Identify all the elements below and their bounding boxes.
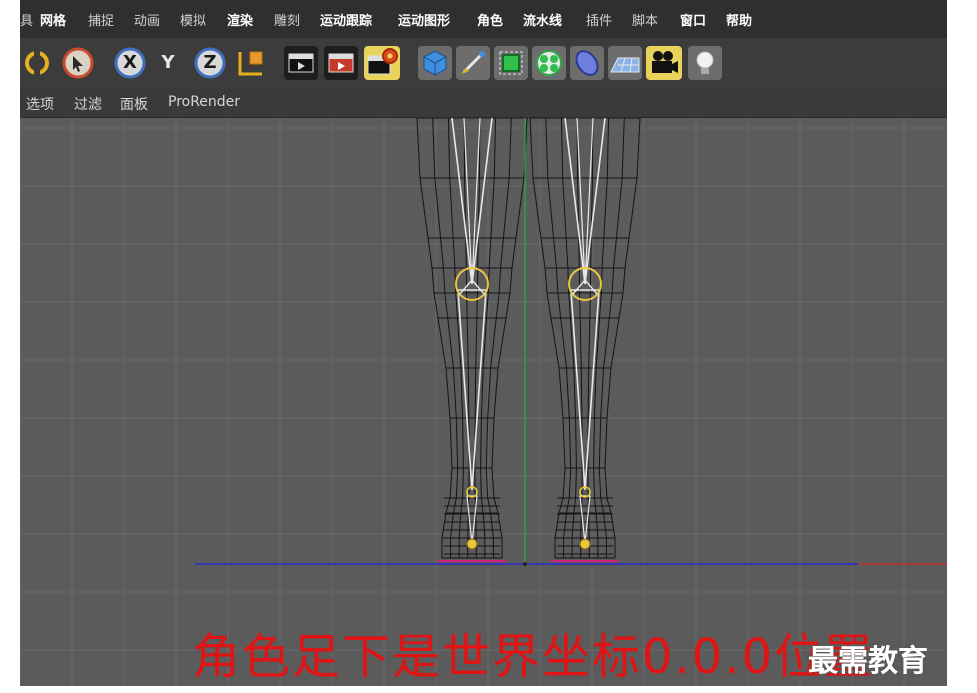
annotation-caption: 角色足下是世界坐标0.0.0位置 bbox=[192, 629, 875, 685]
axis-y-lock-button[interactable]: Y bbox=[154, 46, 182, 80]
deformer-icon bbox=[575, 50, 599, 76]
menu-plugins[interactable]: 插件 bbox=[586, 10, 612, 29]
coordinate-system-icon bbox=[238, 51, 263, 76]
render-settings-icon bbox=[367, 48, 398, 75]
axis-y-label: Y bbox=[161, 52, 175, 73]
viewport-menu-filter[interactable]: 过滤 bbox=[74, 94, 102, 114]
cube-object-button[interactable] bbox=[418, 46, 452, 80]
viewport-menu-prorender[interactable]: ProRender bbox=[168, 94, 240, 110]
render-settings-button[interactable] bbox=[364, 46, 400, 80]
menu-help[interactable]: 帮助 bbox=[726, 10, 752, 29]
camera-icon bbox=[652, 51, 678, 73]
cloner-button[interactable] bbox=[532, 46, 566, 80]
floor-icon bbox=[610, 57, 640, 73]
world-origin-point bbox=[523, 562, 527, 566]
menu-simulate[interactable]: 模拟 bbox=[180, 10, 206, 29]
menu-pipeline[interactable]: 流水线 bbox=[523, 10, 562, 29]
pen-tool-button[interactable] bbox=[456, 46, 490, 80]
camera-button[interactable] bbox=[646, 46, 682, 80]
menu-character[interactable]: 角色 bbox=[477, 10, 503, 29]
axis-x-label: X bbox=[123, 52, 137, 73]
watermark-logo: 最需教育 bbox=[808, 644, 928, 679]
select-icon bbox=[62, 47, 94, 79]
cinema4d-window: 具 网格 捕捉 动画 模拟 渲染 雕刻 运动跟踪 运动图形 角色 流水线 插件 … bbox=[20, 0, 947, 686]
axis-z-lock-button[interactable]: Z bbox=[192, 46, 228, 80]
menu-render[interactable]: 渲染 bbox=[227, 10, 253, 29]
menu-snap[interactable]: 捕捉 bbox=[88, 10, 114, 29]
coordinate-system-button[interactable] bbox=[232, 46, 270, 80]
viewport-grid bbox=[20, 118, 947, 686]
viewport-menu-bar: 选项 过滤 面板 ProRender bbox=[20, 89, 947, 118]
menu-sculpt[interactable]: 雕刻 bbox=[274, 10, 300, 29]
character-legs-wireframe bbox=[416, 117, 641, 562]
pen-icon bbox=[461, 51, 485, 74]
viewport-scene bbox=[20, 117, 947, 686]
floor-button[interactable] bbox=[608, 46, 642, 80]
menu-window[interactable]: 窗口 bbox=[680, 10, 706, 29]
3d-viewport[interactable] bbox=[20, 117, 947, 686]
render-view-icon bbox=[288, 53, 314, 73]
subdivision-surface-button[interactable] bbox=[494, 46, 528, 80]
subdivision-icon bbox=[499, 51, 523, 75]
menu-script[interactable]: 脚本 bbox=[632, 10, 658, 29]
render-picture-viewer-icon bbox=[328, 53, 354, 73]
menu-motion-tracking[interactable]: 运动跟踪 bbox=[320, 10, 372, 29]
render-picture-viewer-button[interactable] bbox=[324, 46, 358, 80]
render-view-button[interactable] bbox=[284, 46, 318, 80]
main-toolbar: X Y Z bbox=[20, 38, 947, 89]
viewport-menu-options[interactable]: 选项 bbox=[26, 94, 54, 114]
menu-animate[interactable]: 动画 bbox=[134, 10, 160, 29]
rotate-icon bbox=[25, 50, 49, 76]
deformer-button[interactable] bbox=[570, 46, 604, 80]
menu-tools[interactable]: 具 bbox=[20, 10, 33, 29]
live-selection-button[interactable] bbox=[60, 46, 96, 80]
menu-mograph[interactable]: 运动图形 bbox=[398, 10, 450, 29]
axis-z-label: Z bbox=[203, 52, 217, 73]
viewport-menu-panel[interactable]: 面板 bbox=[120, 94, 148, 114]
cube-icon bbox=[423, 50, 447, 76]
menu-bar: 具 网格 捕捉 动画 模拟 渲染 雕刻 运动跟踪 运动图形 角色 流水线 插件 … bbox=[20, 0, 947, 38]
axis-x-lock-button[interactable]: X bbox=[112, 46, 148, 80]
light-icon bbox=[696, 51, 714, 74]
light-button[interactable] bbox=[688, 46, 722, 80]
menu-mesh[interactable]: 网格 bbox=[40, 10, 66, 29]
rotate-tool-button[interactable] bbox=[22, 46, 52, 80]
cloner-icon bbox=[536, 50, 562, 76]
